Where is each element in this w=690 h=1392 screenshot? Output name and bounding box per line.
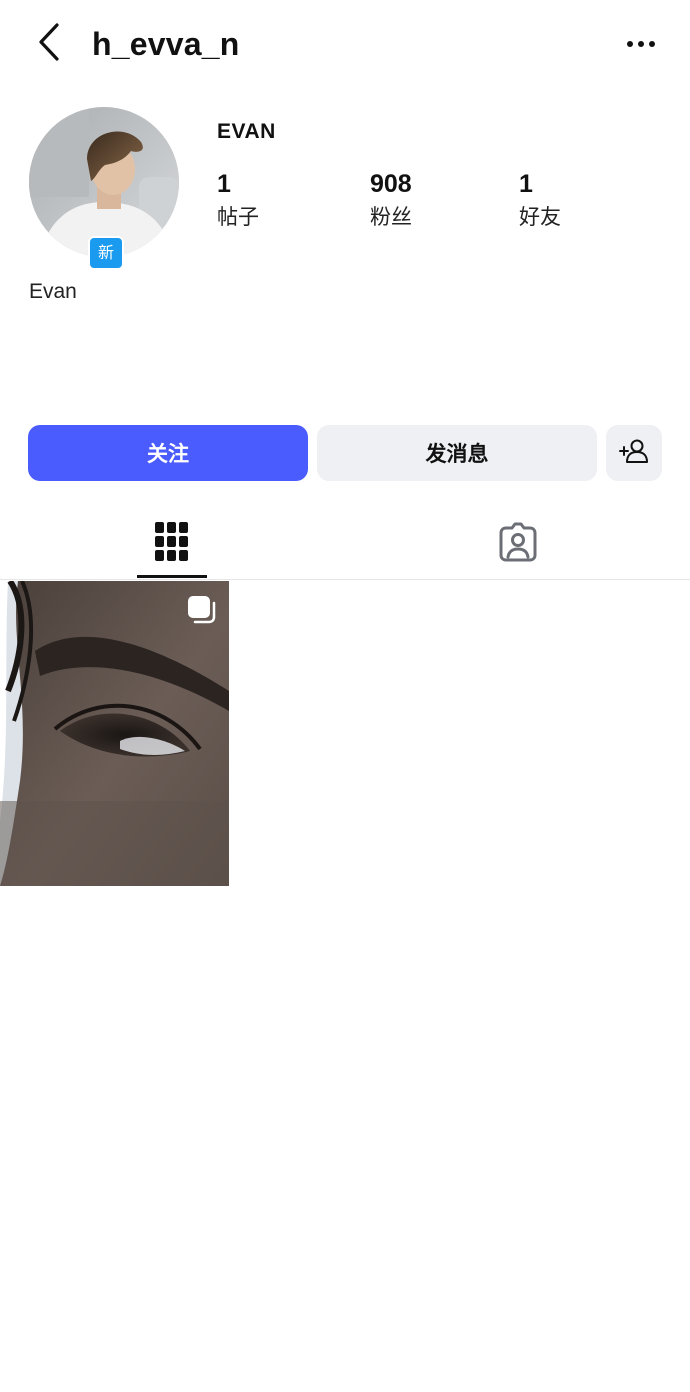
- avatar[interactable]: [29, 107, 179, 257]
- followers-label[interactable]: 粉丝: [370, 201, 412, 231]
- follow-button[interactable]: 关注: [28, 425, 308, 481]
- posts-count[interactable]: 1: [217, 170, 231, 199]
- tab-tagged[interactable]: [482, 510, 554, 578]
- more-horizontal-icon: [626, 35, 656, 53]
- tabs-divider: [0, 579, 690, 580]
- add-user-button[interactable]: [606, 425, 662, 481]
- grid-icon: [155, 521, 189, 567]
- friends-count[interactable]: 1: [519, 170, 533, 199]
- posts-label[interactable]: 帖子: [217, 201, 259, 231]
- more-options-button[interactable]: [616, 26, 666, 62]
- chevron-left-icon: [36, 22, 64, 67]
- message-button[interactable]: 发消息: [317, 425, 597, 481]
- active-tab-indicator: [137, 575, 207, 578]
- followers-count[interactable]: 908: [370, 170, 412, 199]
- profile-username: h_evva_n: [92, 26, 240, 62]
- tagged-user-icon: [498, 522, 538, 567]
- tab-posts-grid[interactable]: [137, 510, 207, 578]
- post-thumbnail[interactable]: [0, 581, 229, 886]
- new-badge: 新: [88, 236, 124, 270]
- add-user-icon: [619, 438, 649, 469]
- bio-name: Evan: [29, 280, 77, 303]
- display-name: EVAN: [217, 120, 276, 143]
- friends-label[interactable]: 好友: [519, 201, 561, 231]
- back-button[interactable]: [28, 22, 72, 66]
- multiple-images-icon: [187, 595, 217, 625]
